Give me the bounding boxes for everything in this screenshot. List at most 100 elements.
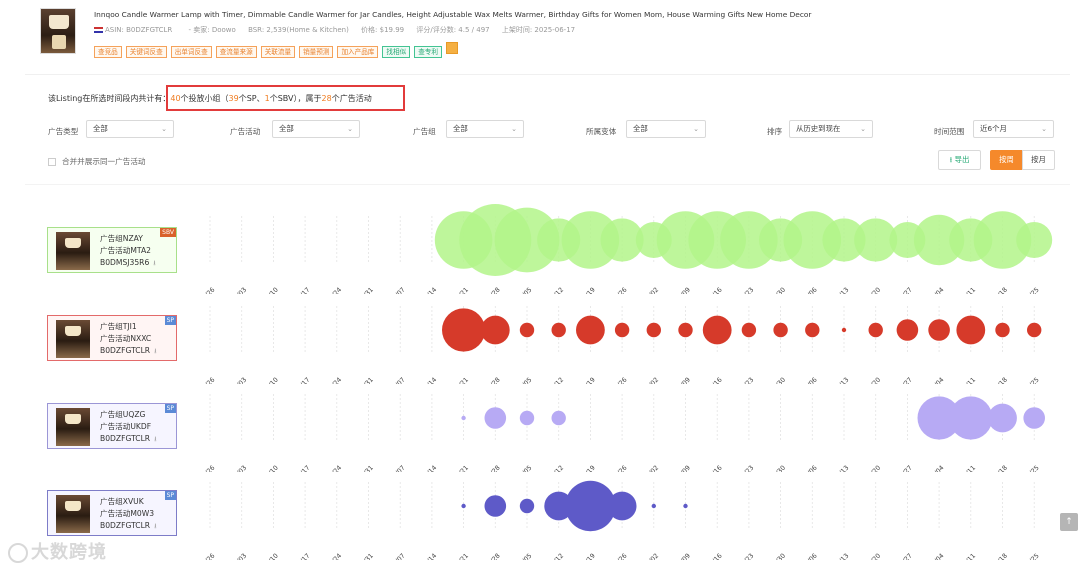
ad-group-name: 广告组NZAY xyxy=(100,234,143,243)
timeline-bubble[interactable] xyxy=(614,322,630,338)
timeline-bubble[interactable] xyxy=(651,503,656,509)
date-tick-label: 07/13-07/19 xyxy=(563,552,596,560)
tag-sales-forecast[interactable]: 销量预测 xyxy=(299,46,334,58)
timeline-bubble[interactable] xyxy=(928,319,950,341)
ad-group-card[interactable]: 广告组NZAY 广告活动MTA2 B0DMSJ35R6 ⭳ SBV xyxy=(47,227,177,273)
product-listed-date: 上架时间: 2025-06-17 xyxy=(501,26,576,34)
date-tick-label: 05/18-05/24 xyxy=(310,552,343,560)
highlight-box xyxy=(166,85,405,111)
timeline-bubble[interactable] xyxy=(551,410,566,426)
merge-campaign-checkbox[interactable] xyxy=(48,158,56,166)
timeline-bubble[interactable] xyxy=(576,315,605,345)
ad-campaign-name: 广告活动MTA2 xyxy=(100,246,152,255)
date-tick-label: 05/04-05/10 xyxy=(246,552,279,560)
tag-add-to-library[interactable]: 加入产品库 xyxy=(337,46,379,58)
tag-related-traffic[interactable]: 关联流量 xyxy=(260,46,296,58)
toggle-by-month[interactable]: 按月 xyxy=(1022,150,1055,170)
merge-campaign-option[interactable]: 合并并展示同一广告活动 xyxy=(48,156,146,167)
timeline-bubble[interactable] xyxy=(1027,322,1042,338)
timeline-bubble[interactable] xyxy=(988,403,1017,433)
timeline-bubble[interactable] xyxy=(702,315,732,345)
timeline-bubble[interactable] xyxy=(519,410,535,426)
product-bsr: BSR: 2,539(Home & Kitchen) xyxy=(248,26,349,34)
timeline-bubble[interactable] xyxy=(461,415,466,421)
download-icon[interactable]: ⭳ xyxy=(153,259,155,267)
product-title[interactable]: Innqoo Candle Warmer Lamp with Timer, Di… xyxy=(94,10,811,19)
chevron-down-icon: ⌄ xyxy=(1041,125,1047,133)
timeline-bubble[interactable] xyxy=(773,322,788,338)
date-tick-label: 09/14-09/20 xyxy=(849,552,882,560)
timeline-bubble[interactable] xyxy=(607,491,637,521)
campaign-select[interactable]: 全部 ⌄ xyxy=(272,120,360,138)
back-to-top-button[interactable]: ↑ xyxy=(1060,513,1078,531)
timeline-bubble[interactable] xyxy=(442,308,486,352)
tag-competitor[interactable]: 查竞品 xyxy=(94,46,122,58)
timeline-bubble[interactable] xyxy=(683,503,688,509)
product-asin[interactable]: ASIN: B0DZFGTCLR xyxy=(105,26,172,34)
timeline-bubble[interactable] xyxy=(1023,407,1045,429)
ad-group-name: 广告组XVUK xyxy=(100,497,144,506)
timeline-bubble[interactable] xyxy=(551,322,566,338)
sort-select[interactable]: 从历史到现在 ⌄ xyxy=(789,120,873,138)
timeline-bubble[interactable] xyxy=(646,322,661,338)
tag-traffic-source[interactable]: 查流量来源 xyxy=(215,46,257,58)
timeline-bubble[interactable] xyxy=(484,495,507,517)
timeline-bubble[interactable] xyxy=(805,322,820,338)
download-icon[interactable]: ⭳ xyxy=(154,347,156,355)
tag-find-similar[interactable]: 找相似 xyxy=(382,46,411,58)
download-icon[interactable]: ⭳ xyxy=(154,435,156,443)
product-price: 价格: $19.99 xyxy=(361,26,405,34)
timeline-bubble[interactable] xyxy=(1016,222,1053,258)
ad-group-name: 广告组UQZG xyxy=(100,410,146,419)
ad-group-card[interactable]: 广告组TJI1 广告活动NXXC B0DZFGTCLR ⭳ SP xyxy=(47,315,177,361)
ad-type-badge: SBV xyxy=(160,228,176,237)
timeline-bubble[interactable] xyxy=(956,315,986,345)
date-tick-label: 10/12-10/18 xyxy=(976,552,1009,560)
timeline-bubble[interactable] xyxy=(484,407,507,429)
time-range-select[interactable]: 近6个月 ⌄ xyxy=(973,120,1054,138)
timeline-bubble[interactable] xyxy=(519,322,535,338)
calendar-icon[interactable] xyxy=(445,42,458,54)
campaign-value: 全部 xyxy=(279,124,294,133)
variant-select[interactable]: 全部 ⌄ xyxy=(626,120,706,138)
download-icon[interactable]: ⭳ xyxy=(154,522,156,530)
us-flag-icon xyxy=(94,27,103,33)
ad-type-badge: SP xyxy=(164,316,176,325)
ad-product-image xyxy=(56,408,90,446)
date-tick-label: 08/17-08/23 xyxy=(722,552,755,560)
ad-group-name: 广告组TJI1 xyxy=(100,322,137,331)
timeline-bubble[interactable] xyxy=(868,322,883,338)
ad-group-select[interactable]: 全部 ⌄ xyxy=(446,120,524,138)
watermark-text: 大数跨境 xyxy=(31,542,107,563)
timeline-bubble[interactable] xyxy=(741,322,757,338)
ad-timeline-chart: 04/20-04/2604/27-05/0305/04-05/1005/11-0… xyxy=(185,306,1042,384)
watermark: 大数跨境 xyxy=(8,538,107,564)
time-range-value: 近6个月 xyxy=(980,124,1007,133)
tag-patent[interactable]: 查专利 xyxy=(414,46,442,58)
product-seller[interactable]: - 卖家: Doowo xyxy=(189,26,236,34)
toggle-by-week[interactable]: 按周 xyxy=(990,150,1023,170)
export-button[interactable]: ⭳ 导出 xyxy=(938,150,981,170)
timeline-bubble[interactable] xyxy=(949,396,993,440)
timeline-bubble[interactable] xyxy=(678,322,693,338)
ad-type-select[interactable]: 全部 ⌄ xyxy=(86,120,174,138)
timeline-bubble[interactable] xyxy=(841,327,847,333)
tag-keyword-reverse[interactable]: 关键词反查 xyxy=(125,46,167,58)
timeline-bubble[interactable] xyxy=(896,319,919,341)
date-tick-label: 05/11-05/17 xyxy=(278,552,311,560)
chevron-down-icon: ⌄ xyxy=(860,125,866,133)
timeline-bubble[interactable] xyxy=(461,503,466,509)
timeline-bubble[interactable] xyxy=(519,498,535,514)
ad-group-card[interactable]: 广告组XVUK 广告活动M0W3 B0DZFGTCLR ⭳ SP xyxy=(47,490,177,536)
date-tick-label: 10/19-10/25 xyxy=(1007,552,1040,560)
date-tick-label: 07/06-07/12 xyxy=(532,552,565,560)
product-action-tags: 查竞品 关键词反查 出单词反查 查流量来源 关联流量 销量预测 加入产品库 找相似 查专利 xyxy=(94,39,462,58)
timeline-bubble[interactable] xyxy=(995,322,1010,338)
ad-group-card[interactable]: 广告组UQZG 广告活动UKDF B0DZFGTCLR ⭳ SP xyxy=(47,403,177,449)
product-thumbnail[interactable] xyxy=(40,8,76,54)
date-tick-label: 09/28-10/04 xyxy=(912,552,945,560)
export-label: 导出 xyxy=(954,155,970,164)
timeline-bubble[interactable] xyxy=(480,315,510,345)
tag-order-keyword[interactable]: 出单词反查 xyxy=(170,46,212,58)
chevron-down-icon: ⌄ xyxy=(693,125,699,133)
